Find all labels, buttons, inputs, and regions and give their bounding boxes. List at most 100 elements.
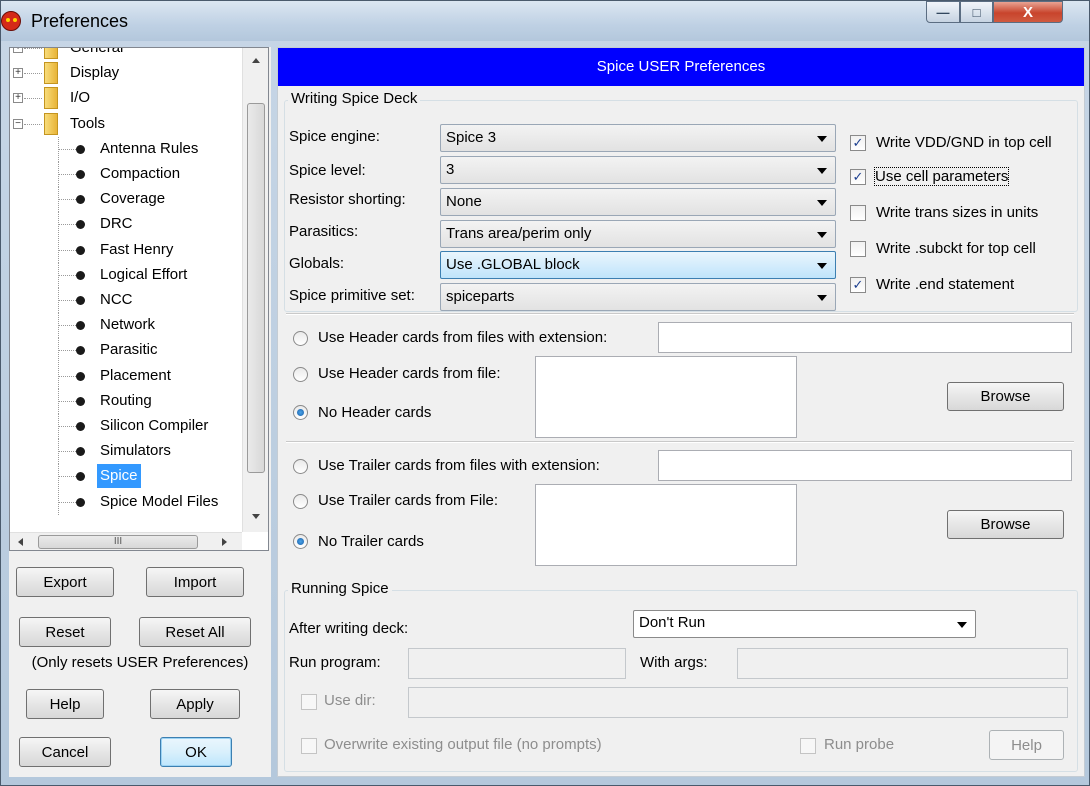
expand-icon[interactable]: + <box>13 93 23 103</box>
tree-folder-item[interactable]: + General <box>10 48 240 60</box>
tree-leaf-item[interactable]: Logical Effort <box>10 263 240 288</box>
scroll-left-arrow-icon[interactable] <box>18 538 23 546</box>
header-ext-label[interactable]: Use Header cards from files with extensi… <box>318 329 607 346</box>
use-dir-input[interactable] <box>408 687 1068 718</box>
tree-leaf-item[interactable]: Silicon Compiler <box>10 414 240 439</box>
chevron-down-icon <box>817 263 827 269</box>
tree-connector <box>58 250 76 251</box>
with-args-input[interactable] <box>737 648 1068 679</box>
scroll-right-arrow-icon[interactable] <box>222 538 227 546</box>
trailer-browse-button[interactable]: Browse <box>947 510 1064 539</box>
tree-leaf-item[interactable]: Compaction <box>10 162 240 187</box>
write-subckt-label[interactable]: Write .subckt for top cell <box>876 240 1036 257</box>
trailer-ext-radio[interactable] <box>293 459 308 474</box>
write-subckt-checkbox[interactable] <box>850 241 866 257</box>
header-file-textarea[interactable] <box>535 356 797 438</box>
folder-icon <box>44 62 58 84</box>
no-header-radio[interactable] <box>293 405 308 420</box>
with-args-label: With args: <box>640 654 708 671</box>
title-bar[interactable]: Preferences — □ X <box>1 1 1089 41</box>
import-button[interactable]: Import <box>146 567 244 597</box>
tree-leaf-item[interactable]: Spice <box>10 464 240 489</box>
folder-icon <box>44 113 58 135</box>
trailer-file-label[interactable]: Use Trailer cards from File: <box>318 492 498 509</box>
tree-leaf-item[interactable]: Fast Henry <box>10 238 240 263</box>
resistor-shorting-select[interactable]: None <box>440 188 836 216</box>
scroll-down-arrow-icon[interactable] <box>252 514 260 519</box>
tree-leaf-item[interactable]: NCC <box>10 288 240 313</box>
run-program-input[interactable] <box>408 648 626 679</box>
preferences-tree[interactable]: Spice Model Files Spice Simulators Silicon … <box>9 47 269 551</box>
reset-button[interactable]: Reset <box>19 617 111 647</box>
tree-folder-item[interactable]: + I/O <box>10 86 240 110</box>
cancel-button[interactable]: Cancel <box>19 737 111 767</box>
tree-horizontal-scrollbar[interactable]: III <box>10 532 242 550</box>
tree-folder-item[interactable]: + Display <box>10 61 240 85</box>
spice-primitive-set-select[interactable]: spiceparts <box>440 283 836 311</box>
parasitics-select[interactable]: Trans area/perim only <box>440 220 836 248</box>
tree-leaf-item[interactable]: Antenna Rules <box>10 137 240 162</box>
tree-leaf-item[interactable]: Routing <box>10 389 240 414</box>
spice-engine-select[interactable]: Spice 3 <box>440 124 836 152</box>
apply-button[interactable]: Apply <box>150 689 240 719</box>
tree-leaf-item[interactable]: DRC <box>10 212 240 237</box>
close-button[interactable]: X <box>993 1 1063 23</box>
tree-connector <box>58 275 76 276</box>
no-trailer-label[interactable]: No Trailer cards <box>318 533 424 550</box>
running-help-button[interactable]: Help <box>989 730 1064 760</box>
tree-leaf-item[interactable]: Spice Model Files <box>10 490 240 515</box>
trailer-file-textarea[interactable] <box>535 484 797 566</box>
leaf-bullet-icon <box>76 170 85 179</box>
overwrite-output-checkbox[interactable] <box>301 738 317 754</box>
trailer-file-radio[interactable] <box>293 494 308 509</box>
expand-icon[interactable]: + <box>13 48 23 53</box>
use-cell-parameters-label[interactable]: Use cell parameters <box>873 167 1010 186</box>
trailer-ext-label[interactable]: Use Trailer cards from files with extens… <box>318 457 600 474</box>
header-file-radio[interactable] <box>293 367 308 382</box>
tree-leaf-item[interactable]: Placement <box>10 364 240 389</box>
tree-leaf-item[interactable]: Simulators <box>10 439 240 464</box>
header-browse-button[interactable]: Browse <box>947 382 1064 411</box>
scroll-up-arrow-icon[interactable] <box>252 58 260 63</box>
help-button[interactable]: Help <box>26 689 104 719</box>
export-button[interactable]: Export <box>16 567 114 597</box>
use-cell-parameters-checkbox[interactable]: ✓ <box>850 169 866 185</box>
spice-level-value: 3 <box>446 161 455 178</box>
ok-button[interactable]: OK <box>160 737 232 767</box>
write-vdd-gnd-label[interactable]: Write VDD/GND in top cell <box>876 134 1052 151</box>
tree-connector <box>24 48 42 49</box>
use-dir-checkbox[interactable] <box>301 694 317 710</box>
tree-leaf-item[interactable]: Coverage <box>10 187 240 212</box>
tree-folder-item[interactable]: − Tools <box>10 112 240 136</box>
tree-leaf-item[interactable]: Network <box>10 313 240 338</box>
globals-select[interactable]: Use .GLOBAL block <box>440 251 836 279</box>
tree-item-label: Logical Effort <box>100 266 188 283</box>
minimize-button[interactable]: — <box>926 1 960 23</box>
tree-vertical-scrollbar[interactable] <box>242 48 268 532</box>
trailer-extension-input[interactable] <box>658 450 1072 481</box>
after-writing-deck-select[interactable]: Don't Run <box>633 610 976 638</box>
spice-level-select[interactable]: 3 <box>440 156 836 184</box>
no-trailer-radio[interactable] <box>293 534 308 549</box>
scroll-thumb-horizontal[interactable]: III <box>38 535 198 549</box>
header-file-label[interactable]: Use Header cards from file: <box>318 365 501 382</box>
expand-icon[interactable]: + <box>13 68 23 78</box>
tree-item-label: DRC <box>100 215 133 232</box>
after-writing-deck-label: After writing deck: <box>289 620 409 637</box>
tree-item-label: Fast Henry <box>100 241 174 258</box>
reset-all-button[interactable]: Reset All <box>139 617 251 647</box>
run-probe-checkbox[interactable] <box>800 738 816 754</box>
header-ext-radio[interactable] <box>293 331 308 346</box>
write-trans-sizes-label[interactable]: Write trans sizes in units <box>876 204 1038 221</box>
scroll-thumb[interactable] <box>247 103 265 473</box>
write-trans-sizes-checkbox[interactable] <box>850 205 866 221</box>
write-vdd-gnd-checkbox[interactable]: ✓ <box>850 135 866 151</box>
tree-leaf-item[interactable]: Parasitic <box>10 338 240 363</box>
maximize-button[interactable]: □ <box>960 1 993 23</box>
header-extension-input[interactable] <box>658 322 1072 353</box>
collapse-icon[interactable]: − <box>13 119 23 129</box>
write-end-statement-label[interactable]: Write .end statement <box>876 276 1014 293</box>
write-end-statement-checkbox[interactable]: ✓ <box>850 277 866 293</box>
no-header-label[interactable]: No Header cards <box>318 404 431 421</box>
leaf-bullet-icon <box>76 321 85 330</box>
